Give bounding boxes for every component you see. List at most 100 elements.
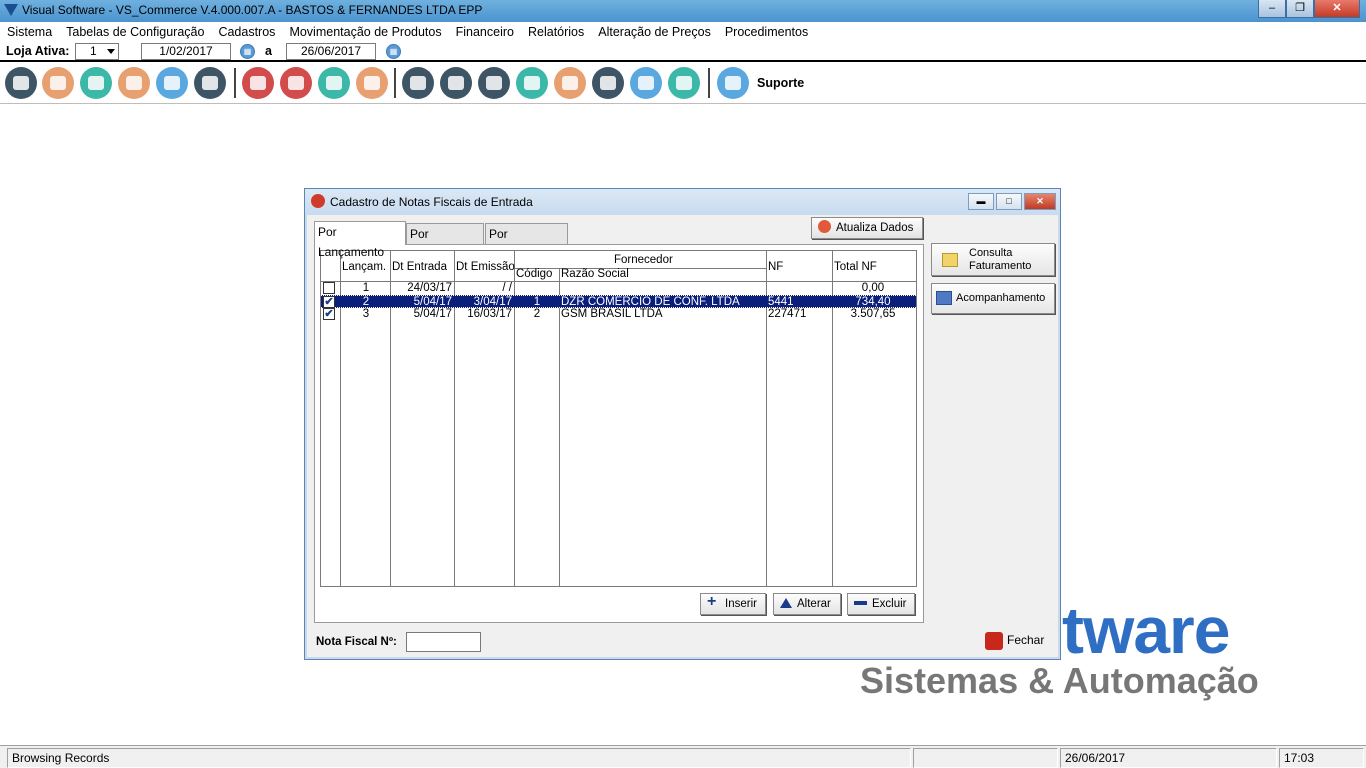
briefcase-icon[interactable] — [554, 67, 586, 99]
calendar-icon[interactable]: ▦ — [386, 44, 401, 59]
menu-financeiro[interactable]: Financeiro — [456, 22, 514, 42]
nf-number-input[interactable] — [406, 632, 481, 652]
bar-chart-icon-glyph — [600, 76, 616, 90]
minimize-button[interactable]: – — [1258, 0, 1286, 18]
store-bar: Loja Ativa: 1 1/02/2017 ▦ a 26/06/2017 ▦ — [0, 42, 1366, 62]
user-icon-glyph — [13, 76, 29, 90]
tab-por-fornecedor[interactable]: Por Fornecedor — [485, 223, 568, 261]
dialog-maximize-button[interactable]: □ — [996, 193, 1022, 210]
delete-button[interactable]: Excluir — [847, 593, 915, 615]
maximize-button[interactable]: ❐ — [1286, 0, 1314, 18]
close-label: Fechar — [1007, 633, 1045, 648]
pie-chart-icon[interactable] — [440, 67, 472, 99]
date-from-field[interactable]: 1/02/2017 — [141, 43, 231, 60]
books-icon-glyph — [638, 76, 654, 90]
cell-dt-entrada: 5/04/17 — [413, 308, 452, 320]
cell-lancam: 1 — [362, 282, 370, 294]
hand-truck-icon[interactable] — [80, 67, 112, 99]
dialog-close-button[interactable]: ✕ — [1024, 193, 1056, 210]
power-icon — [985, 632, 1003, 650]
header-fornecedor[interactable]: Fornecedor — [614, 254, 673, 266]
chat-bubble-icon-glyph — [725, 76, 741, 90]
menu-relatorios[interactable]: Relatórios — [528, 22, 584, 42]
line-chart-icon-glyph — [676, 76, 692, 90]
refresh-icon — [818, 220, 831, 234]
books-icon[interactable] — [630, 67, 662, 99]
table-row[interactable]: ✔ 3 5/04/17 16/03/17 2 GSM BRASIL LTDA 227471 3… — [321, 308, 916, 321]
header-codigo[interactable]: Código — [516, 268, 552, 280]
cell-razao: GSM BRASIL LTDA — [561, 308, 663, 320]
line-chart-icon[interactable] — [668, 67, 700, 99]
layers-icon[interactable] — [194, 67, 226, 99]
header-razao-social[interactable]: Razão Social — [561, 268, 629, 280]
payment-terminal-icon-glyph — [410, 76, 426, 90]
row-checkbox[interactable]: ✔ — [323, 296, 335, 308]
calculator-icon-glyph — [486, 76, 502, 90]
header-dt-emissao[interactable]: Dt Emissão — [456, 261, 515, 273]
dialog-minimize-button[interactable]: ▬ — [968, 193, 994, 210]
insert-button[interactable]: + Inserir — [700, 593, 766, 615]
date-to-field[interactable]: 26/06/2017 — [286, 43, 376, 60]
bar-chart-icon[interactable] — [592, 67, 624, 99]
header-dt-entrada[interactable]: Dt Entrada — [392, 261, 447, 273]
header-total-nf[interactable]: Total NF — [834, 261, 877, 273]
cell-total: 3.507,65 — [850, 308, 896, 320]
acompanhamento-button[interactable]: Acompanhamento — [931, 283, 1055, 314]
acompanhamento-label: Acompanhamento — [956, 292, 1046, 304]
calculator-icon[interactable] — [478, 67, 510, 99]
cash-icon-glyph — [524, 76, 540, 90]
delivery-truck-icon[interactable] — [118, 67, 150, 99]
dialog-title-bar: Cadastro de Notas Fiscais de Entrada ▬ □… — [305, 189, 1060, 215]
nf-number-label: Nota Fiscal Nº: — [316, 636, 397, 648]
cell-dt-entrada: 24/03/17 — [407, 282, 452, 294]
chat-bubble-icon[interactable] — [717, 67, 749, 99]
watermark-logo: tware — [1062, 593, 1230, 667]
cash-icon[interactable] — [516, 67, 548, 99]
toolbar-separator — [708, 68, 710, 98]
calendar-icon[interactable]: ▦ — [240, 44, 255, 59]
dialog-title: Cadastro de Notas Fiscais de Entrada — [330, 195, 533, 209]
download-cloud-icon[interactable] — [280, 67, 312, 99]
tab-por-data-hora[interactable]: Por Data/Hora — [406, 223, 484, 261]
store-select[interactable]: 1 — [75, 43, 119, 60]
row-checkbox[interactable] — [323, 282, 335, 294]
menu-tabelas-configuracao[interactable]: Tabelas de Configuração — [66, 22, 204, 42]
consulta-faturamento-button[interactable]: Consulta Faturamento — [931, 243, 1055, 276]
minus-icon — [854, 600, 867, 605]
invoice-grid[interactable]: Lançam. Dt Entrada Dt Emissão Fornecedor… — [320, 250, 917, 587]
lifebuoy-icon[interactable] — [356, 67, 388, 99]
price-tag-icon[interactable] — [242, 67, 274, 99]
support-label[interactable]: Suporte — [757, 76, 804, 90]
delete-label: Excluir — [872, 598, 907, 610]
edit-button[interactable]: Alterar — [773, 593, 841, 615]
status-message: Browsing Records — [7, 748, 911, 768]
close-window-button[interactable]: ✕ — [1314, 0, 1360, 18]
credit-card-icon-glyph — [164, 76, 180, 90]
close-button[interactable]: Fechar — [985, 632, 1044, 650]
upload-cloud-icon[interactable] — [318, 67, 350, 99]
invoice-entry-dialog: Cadastro de Notas Fiscais de Entrada ▬ □… — [304, 188, 1061, 660]
menu-sistema[interactable]: Sistema — [7, 22, 52, 42]
edit-label: Alterar — [797, 598, 831, 610]
basket-icon[interactable] — [42, 67, 74, 99]
menu-procedimentos[interactable]: Procedimentos — [725, 22, 808, 42]
cell-lancam: 3 — [362, 308, 370, 320]
cell-dt-emissao: 16/03/17 — [467, 308, 512, 320]
folder-icon — [942, 253, 958, 267]
lifebuoy-icon-glyph — [364, 76, 380, 90]
table-row[interactable]: ✔ 2 5/04/17 3/04/17 1 DZR COMERCIO DE CONF. L… — [321, 295, 916, 308]
user-icon[interactable] — [5, 67, 37, 99]
payment-terminal-icon[interactable] — [402, 67, 434, 99]
header-lancam[interactable]: Lançam. — [342, 261, 386, 273]
refresh-data-button[interactable]: Atualiza Dados — [811, 217, 923, 239]
credit-card-icon[interactable] — [156, 67, 188, 99]
tab-por-lancamento[interactable]: Por Lançamento — [314, 221, 406, 259]
menu-movimentacao-produtos[interactable]: Movimentação de Produtos — [289, 22, 441, 42]
tab-panel: Lançam. Dt Entrada Dt Emissão Fornecedor… — [314, 244, 924, 623]
menu-alteracao-precos[interactable]: Alteração de Preços — [598, 22, 711, 42]
table-row[interactable]: 1 24/03/17 / / 0,00 — [321, 282, 916, 295]
header-nf[interactable]: NF — [768, 261, 783, 273]
row-checkbox[interactable]: ✔ — [323, 308, 335, 320]
dialog-app-icon — [311, 194, 325, 208]
menu-cadastros[interactable]: Cadastros — [218, 22, 275, 42]
